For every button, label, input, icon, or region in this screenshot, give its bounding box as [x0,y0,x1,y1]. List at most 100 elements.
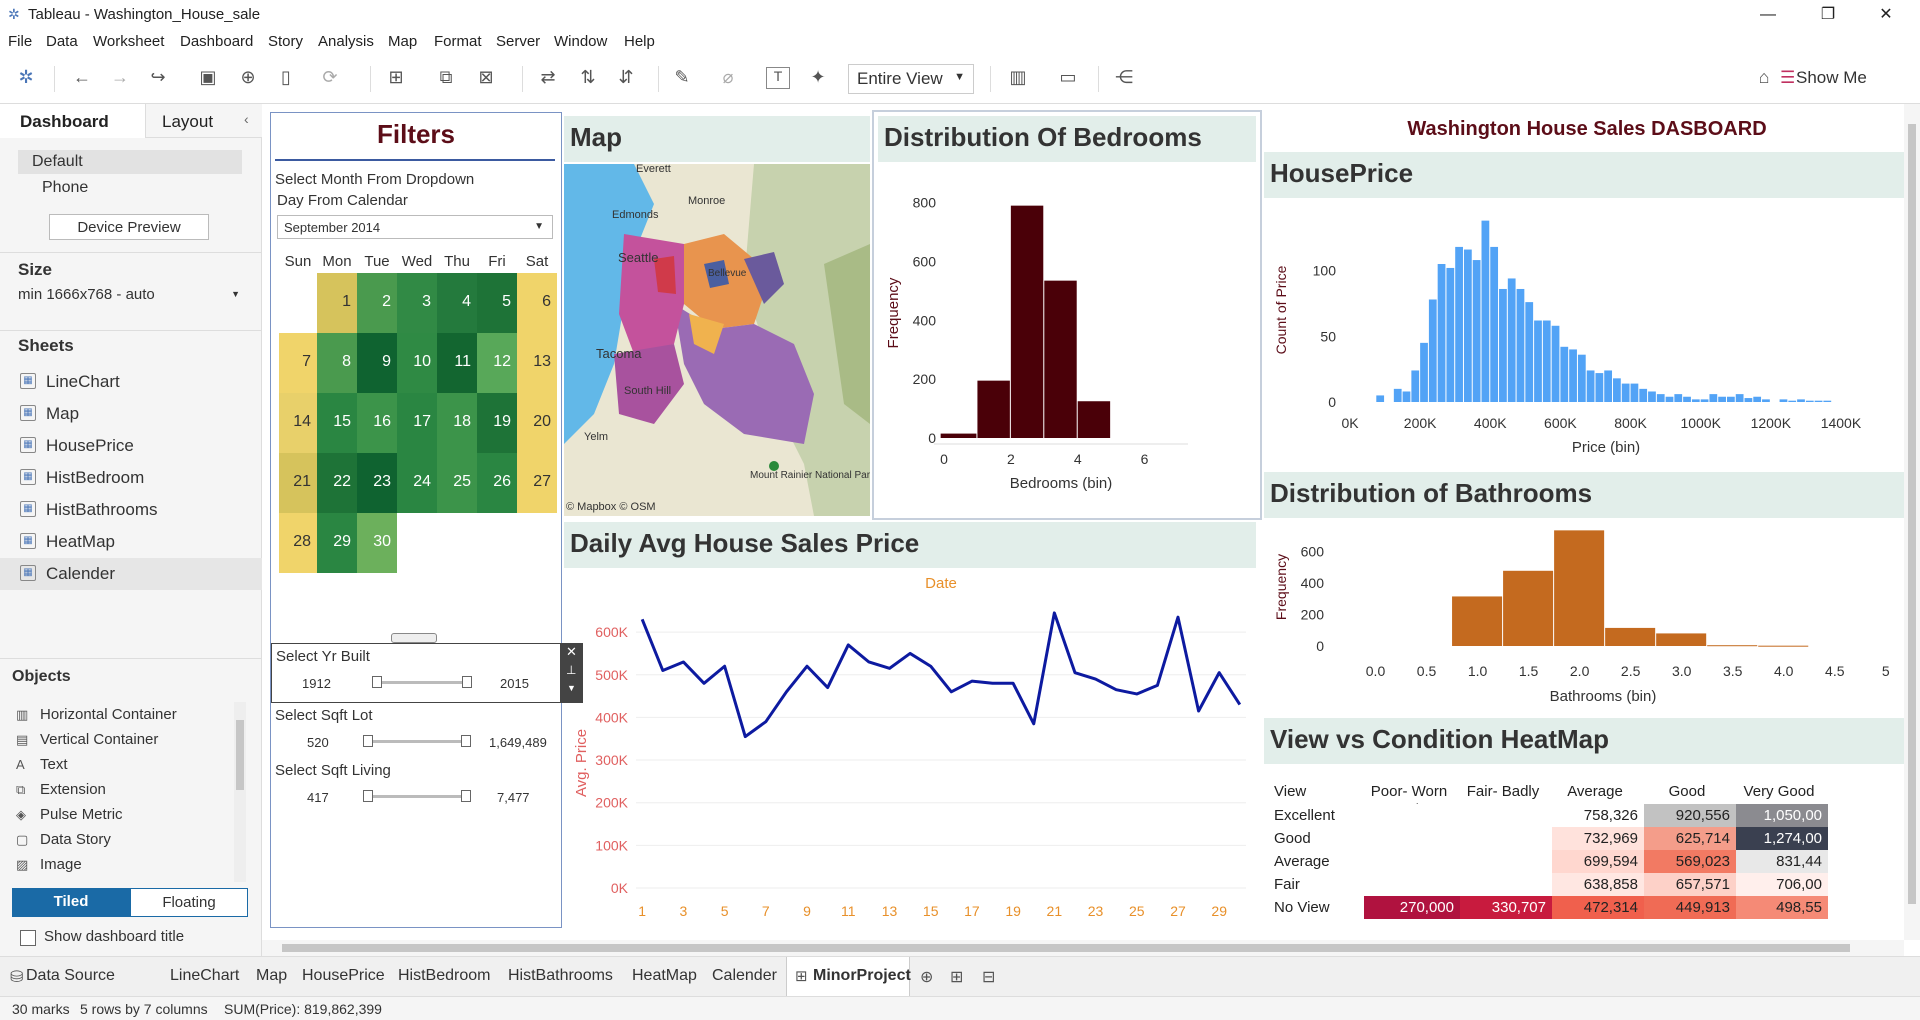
heatmap-cell[interactable]: 1,274,00 [1736,827,1828,850]
heatmap-cell[interactable]: 699,594 [1552,850,1644,873]
sqft-lot-min-handle[interactable] [363,735,373,747]
sqft-lot-max-handle[interactable] [461,735,471,747]
restore-button[interactable]: ❐ [1808,2,1848,28]
heatmap-cell[interactable]: 831,44 [1736,850,1828,873]
sheet-linechart[interactable]: ▦ LineChart [0,366,262,398]
sort-descending-icon[interactable]: ⇵ [614,67,638,88]
menu-file[interactable]: File [8,33,32,50]
labels-icon[interactable]: T [766,67,790,89]
collapse-icon[interactable]: ‹ [244,111,249,127]
heatmap-cell[interactable]: 706,00 [1736,873,1828,896]
pin-icon[interactable]: ✦ [806,67,830,88]
cards-icon[interactable]: ▥ [1006,67,1030,88]
heatmap-cell[interactable] [1460,850,1552,873]
calendar-day[interactable]: 18 [437,393,477,453]
calendar-day[interactable]: 7 [279,333,317,393]
object-horizontal-container[interactable]: ▥ Horizontal Container [0,702,230,727]
heatmap-cell[interactable]: 569,023 [1644,850,1736,873]
calendar-day[interactable]: 30 [357,513,397,573]
calendar-day[interactable]: 8 [317,333,357,393]
calendar-day[interactable]: 2 [357,273,397,333]
tab-houseprice[interactable]: HousePrice [302,967,385,985]
tab-heatmap[interactable]: HeatMap [632,967,697,985]
pause-updates-icon[interactable]: ▯ [274,67,298,88]
calendar-day[interactable]: 23 [357,453,397,513]
device-phone[interactable]: Phone [42,179,88,197]
heatmap-cell[interactable]: 657,571 [1644,873,1736,896]
heatmap-cell[interactable] [1364,804,1460,827]
bedrooms-chart[interactable]: 0 2 4 6 0 200 400 600 800 Bedrooms (bin) Frequency [878,168,1258,518]
map-view[interactable]: Everett Monroe Edmonds Seattle Bellevue … [564,164,870,516]
calendar-day[interactable]: 16 [357,393,397,453]
heatmap-cell[interactable] [1460,804,1552,827]
calendar-day[interactable]: 28 [279,513,317,573]
refresh-icon[interactable]: ⟳ [318,67,342,88]
scrollbar-thumb[interactable] [1908,124,1916,904]
sheet-calender[interactable]: ▦ Calender [0,558,262,590]
sheet-histbathrooms[interactable]: ▦ HistBathrooms [0,494,262,526]
calendar-day[interactable]: 9 [357,333,397,393]
floating-button[interactable]: Floating [130,888,248,917]
menu-format[interactable]: Format [434,33,482,50]
calendar-day[interactable]: 12 [477,333,517,393]
calendar-day[interactable]: 24 [397,453,437,513]
heatmap-cell[interactable]: 758,326 [1552,804,1644,827]
size-dropdown[interactable]: min 1666x768 - auto ▼ [18,286,244,308]
sqft-lot-track[interactable] [367,740,467,743]
object-extension[interactable]: ⧉ Extension [0,777,230,802]
heatmap-cell[interactable]: 498,55 [1736,896,1828,919]
calendar-day[interactable]: 13 [517,333,557,393]
new-worksheet-icon[interactable]: ⊞ [384,67,408,88]
bathrooms-chart[interactable]: 0.0 0.5 1.0 1.5 2.0 2.5 3.0 3.5 4.0 4.5 5 0 200 400 60… [1264,518,1904,718]
calendar-day[interactable]: 29 [317,513,357,573]
tableau-home-icon[interactable]: ✲ [14,67,38,88]
calendar-day[interactable]: 11 [437,333,477,393]
heatmap-cell[interactable] [1460,827,1552,850]
scrollbar-thumb[interactable] [282,944,1850,952]
highlight-icon[interactable]: ✎ [670,67,694,88]
object-pulse-metric[interactable]: ◈ Pulse Metric [0,802,230,827]
heatmap-cell[interactable]: 472,314 [1552,896,1644,919]
heatmap-cell[interactable]: 449,913 [1644,896,1736,919]
yr-built-min-handle[interactable] [372,676,382,688]
calendar-day[interactable]: 25 [437,453,477,513]
tab-layout[interactable]: Layout ‹ [146,104,262,138]
heatmap-cell[interactable] [1364,827,1460,850]
scrollbar-thumb[interactable] [236,720,244,790]
sqft-living-max-handle[interactable] [461,790,471,802]
menu-worksheet[interactable]: Worksheet [93,33,164,50]
menu-server[interactable]: Server [496,33,540,50]
duplicate-icon[interactable]: ⧉ [434,67,458,88]
menu-map[interactable]: Map [388,33,417,50]
calendar-day[interactable]: 4 [437,273,477,333]
calendar-day[interactable]: 20 [517,393,557,453]
undo-icon[interactable]: ← [70,67,94,88]
menu-analysis[interactable]: Analysis [318,33,374,50]
view-mode-dropdown[interactable]: Entire View ▼ [848,64,974,94]
calendar-day[interactable]: 21 [279,453,317,513]
houseprice-chart[interactable]: 0K 200K 400K 600K 800K 1000K 1200K 1400K 0 50 100 P… [1264,198,1904,468]
swap-icon[interactable]: ⇄ [536,67,560,88]
group-icon[interactable]: ⌀ [716,67,740,88]
tab-dashboard[interactable]: Dashboard [0,104,146,138]
menu-window[interactable]: Window [554,33,607,50]
heatmap-cell[interactable]: 920,556 [1644,804,1736,827]
tiled-button[interactable]: Tiled [12,888,130,917]
sqft-living-track[interactable] [367,795,467,798]
calendar-day[interactable]: 10 [397,333,437,393]
calendar-day[interactable]: 5 [477,273,517,333]
menu-help[interactable]: Help [624,33,655,50]
tab-histbathrooms[interactable]: HistBathrooms [508,967,613,985]
calendar-day[interactable]: 1 [317,273,357,333]
heatmap-cell[interactable]: 638,858 [1552,873,1644,896]
yr-built-max-handle[interactable] [462,676,472,688]
tab-minorproject[interactable]: ⊞ MinorProject [786,957,911,997]
sqft-living-min-handle[interactable] [363,790,373,802]
device-preview-button[interactable]: Device Preview [49,214,209,240]
clear-sheet-icon[interactable]: ⊠ [474,67,498,88]
heatmap-cell[interactable]: 625,714 [1644,827,1736,850]
show-title-checkbox[interactable] [20,930,36,946]
device-default[interactable]: Default [18,150,242,174]
replay-icon[interactable]: ↪ [146,67,170,88]
calendar-day[interactable]: 26 [477,453,517,513]
